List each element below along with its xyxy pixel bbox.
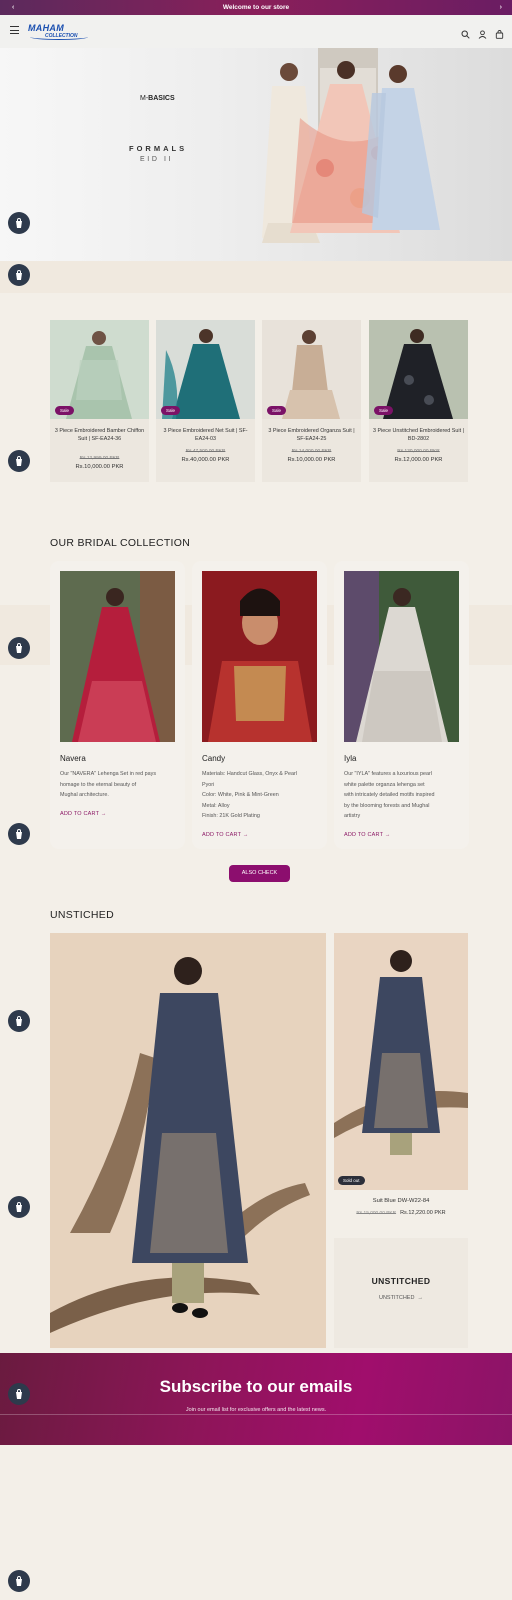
product-old-price: Rs.130,000.00 PKR	[397, 449, 440, 454]
product-title[interactable]: 3 Piece Embroidered Net Suit | SF-EA24-0…	[160, 428, 251, 443]
announcement-text: Welcome to our store	[222, 4, 290, 11]
newsletter-title: Subscribe to our emails	[159, 1377, 353, 1396]
cart-icon[interactable]	[495, 26, 504, 39]
bridal-name: Candy	[202, 754, 226, 763]
product-price: Rs.10,000.00 PKR	[75, 464, 124, 470]
product-card[interactable]: Sale 3 Piece Embroidered Organza Suit | …	[262, 320, 361, 482]
add-to-cart-button[interactable]: ADD TO CART →	[344, 832, 391, 838]
shop-chat-icon[interactable]	[8, 1010, 30, 1032]
search-icon[interactable]	[461, 26, 470, 39]
bridal-description: Materials: Handcut Glass, Onyx & Pearl Py…	[202, 771, 297, 819]
logo-line1: MAHAM	[28, 23, 64, 33]
sale-badge: Sale	[374, 406, 394, 415]
arrow-right-icon: →	[384, 832, 391, 838]
product-card[interactable]: Sale 3 Piece Embroidered Net Suit | SF-E…	[156, 320, 255, 482]
product-image	[262, 320, 361, 419]
product-title[interactable]: 3 Piece Embroidered Bamber Chiffon Suit …	[54, 428, 145, 443]
featured-collection-image[interactable]	[50, 933, 326, 1348]
bridal-image	[202, 571, 317, 742]
product-old-price: Rs.15,000.00 PKR	[356, 1211, 397, 1216]
collection-tile[interactable]: UNSTITCHED UNSTITCHED →	[334, 1238, 468, 1348]
bridal-description: Our "NAVERA" Lehenga Set in red pays homa…	[60, 771, 157, 798]
hero-brand: M-BASICS	[140, 95, 175, 102]
shop-chat-icon[interactable]	[8, 212, 30, 234]
product-image	[50, 320, 149, 419]
product-old-price: Rs.47,500.00 PKR	[185, 449, 226, 454]
shop-chat-icon[interactable]	[8, 264, 30, 286]
shop-chat-icon[interactable]	[8, 1570, 30, 1592]
add-to-cart-button[interactable]: ADD TO CART →	[202, 832, 249, 838]
hero-title: FORMALS	[129, 144, 188, 153]
bridal-heading: OUR BRIDAL COLLECTION	[50, 537, 191, 549]
shop-chat-icon[interactable]	[8, 450, 30, 472]
bridal-name: Iyla	[344, 754, 357, 763]
product-card[interactable]: Sale 3 Piece Unstitched Embroidered Suit…	[369, 320, 468, 482]
product-old-price: Rs.14,000.00 PKR	[291, 449, 332, 454]
arrow-right-icon: →	[100, 811, 107, 817]
shop-chat-icon[interactable]	[8, 637, 30, 659]
sold-out-badge: Sold out	[338, 1176, 365, 1185]
chevron-right-icon[interactable]: ›	[500, 0, 502, 15]
also-check-button[interactable]: ALSO CHECK	[229, 865, 290, 882]
hero-subtitle: EID II	[140, 156, 174, 163]
bridal-image	[60, 571, 175, 742]
add-to-cart-button[interactable]: ADD TO CART →	[60, 811, 107, 817]
shop-chat-icon[interactable]	[8, 1383, 30, 1405]
product-price: Rs.40,000.00 PKR	[181, 457, 230, 463]
logo[interactable]: MAHAM COLLECTION	[28, 23, 90, 43]
bridal-card[interactable]: Iyla Our "IYLA" features a luxurious pea…	[334, 561, 469, 849]
product-image	[369, 320, 468, 419]
collection-link[interactable]: UNSTITCHED →	[334, 1295, 468, 1301]
collection-title: UNSTITCHED	[371, 1276, 431, 1286]
bridal-image	[344, 571, 459, 742]
shop-chat-icon[interactable]	[8, 823, 30, 845]
hero-image	[262, 48, 440, 243]
product-price-row: Rs.15,000.00 PKR Rs.12,220.00 PKR	[334, 1210, 468, 1216]
product-price: Rs.12,000.00 PKR	[394, 457, 443, 463]
product-card[interactable]: Sale 3 Piece Embroidered Bamber Chiffon …	[50, 320, 149, 482]
bridal-card[interactable]: Candy Materials: Handcut Glass, Onyx & P…	[192, 561, 327, 849]
menu-icon[interactable]	[10, 26, 19, 35]
bridal-name: Navera	[60, 754, 86, 763]
arrow-right-icon: →	[242, 832, 249, 838]
sale-badge: Sale	[267, 406, 287, 415]
bridal-description: Our "IYLA" features a luxurious pearl whi…	[344, 771, 435, 819]
email-field-underline[interactable]	[0, 1414, 512, 1415]
product-price: Rs.10,000.00 PKR	[287, 457, 336, 463]
newsletter-subtitle: Join our email list for exclusive offers…	[185, 1407, 327, 1413]
unstiched-heading: UNSTICHED	[50, 909, 114, 921]
arrow-right-icon: →	[417, 1295, 424, 1301]
chevron-left-icon[interactable]: ‹	[12, 0, 14, 15]
sale-badge: Sale	[161, 406, 181, 415]
shop-chat-icon[interactable]	[8, 1196, 30, 1218]
hero-banner[interactable]: M-BASICS FORMALS EID II	[0, 48, 512, 261]
product-price: Rs.12,220.00 PKR	[400, 1210, 446, 1216]
section-spacer	[0, 261, 512, 293]
sale-badge: Sale	[55, 406, 75, 415]
product-image	[156, 320, 255, 419]
bridal-card[interactable]: Navera Our "NAVERA" Lehenga Set in red p…	[50, 561, 185, 849]
product-title[interactable]: 3 Piece Unstitched Embroidered Suit | BD…	[373, 428, 464, 443]
product-title[interactable]: Suit Blue DW-W22-84	[334, 1198, 468, 1204]
product-old-price: Rs.12,999.00 PKR	[79, 456, 120, 461]
account-icon[interactable]	[478, 26, 487, 39]
newsletter-section: Subscribe to our emails Join our email l…	[0, 1353, 512, 1445]
logo-swoosh	[30, 34, 88, 40]
product-image[interactable]	[334, 933, 468, 1190]
site-header: MAHAM COLLECTION	[0, 15, 512, 48]
announcement-bar: ‹ Welcome to our store ›	[0, 0, 512, 15]
product-title[interactable]: 3 Piece Embroidered Organza Suit | SF-EA…	[266, 428, 357, 443]
